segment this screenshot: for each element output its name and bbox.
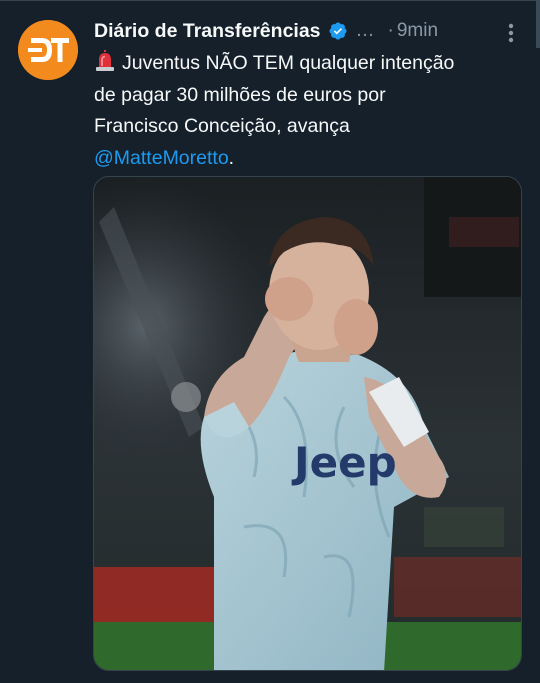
more-options-button[interactable] — [498, 18, 524, 48]
more-vertical-icon — [508, 23, 514, 43]
tweet-card[interactable]: Diário de Transferências … · 9min Juvent… — [0, 0, 540, 683]
tweet-text-part-1: Juventus NÃO TEM qualquer intenção — [122, 52, 455, 74]
football-player-photo: Jeep — [94, 177, 521, 670]
tweet-text-end: . — [228, 146, 235, 169]
police-light-icon — [94, 50, 116, 72]
verified-badge-icon — [328, 21, 348, 41]
tweet-header: Diário de Transferências … · 9min — [94, 16, 438, 46]
name-truncation: … — [355, 20, 376, 41]
tweet-text-line-4: @MatteMoretto. — [94, 143, 534, 175]
display-name[interactable]: Diário de Transferências — [94, 20, 321, 43]
tweet-media-photo[interactable]: Jeep — [93, 176, 522, 671]
tweet-text-line-3: Francisco Conceição, avança — [94, 115, 350, 137]
tweet-text-line-1: Juventus NÃO TEM qualquer intenção — [94, 48, 534, 80]
diario-transferencias-logo-icon — [18, 20, 78, 80]
tweet-text: Juventus NÃO TEM qualquer intenção de pa… — [94, 48, 534, 174]
avatar[interactable] — [18, 20, 78, 80]
jersey-sponsor-text: Jeep — [291, 438, 397, 487]
separator-dot: · — [387, 20, 394, 41]
tweet-text-line-2: de pagar 30 milhões de euros por — [94, 83, 386, 106]
timestamp[interactable]: 9min — [397, 20, 438, 42]
mention-link[interactable]: @MatteMoretto — [94, 147, 229, 169]
